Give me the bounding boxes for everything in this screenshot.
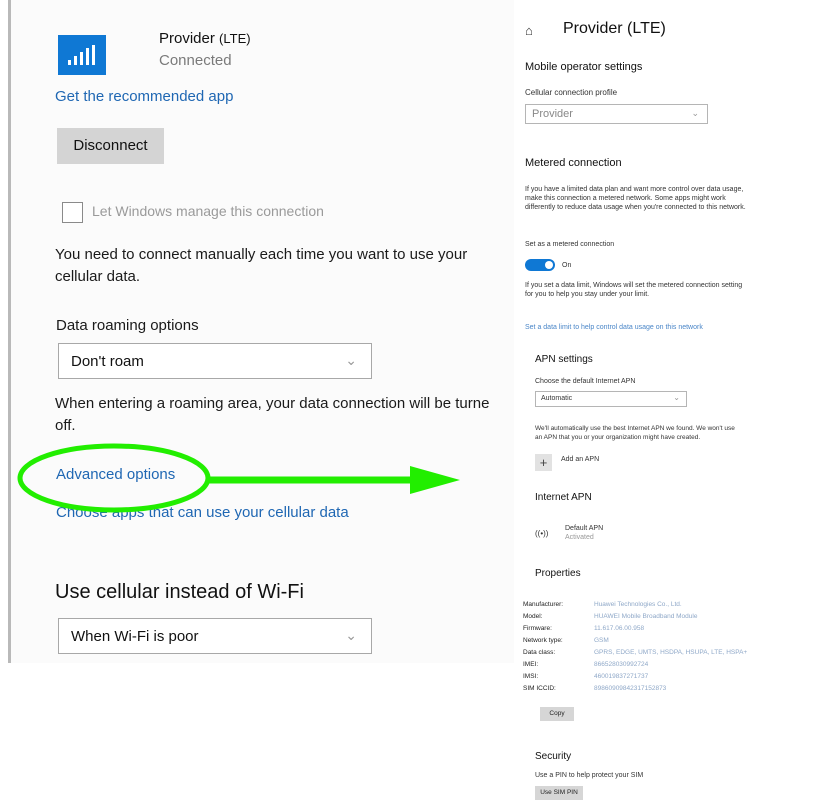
properties-heading: Properties — [535, 568, 581, 579]
property-value: 866528030992724 — [594, 661, 649, 668]
property-value: 89860909842317152873 — [594, 685, 667, 692]
property-value: HUAWEI Mobile Broadband Module — [594, 613, 698, 620]
metered-heading: Metered connection — [525, 157, 622, 169]
chevron-down-icon: ⌄ — [673, 393, 680, 402]
copy-button[interactable]: Copy — [540, 707, 574, 721]
apn-settings-heading: APN settings — [535, 354, 593, 365]
add-icon[interactable]: + — [535, 454, 552, 471]
metered-description: If you have a limited data plan and want… — [525, 186, 746, 211]
data-limit-description: If you set a data limit, Windows will se… — [525, 282, 743, 298]
property-label: IMSI: — [523, 673, 539, 680]
apn-choose-label: Choose the default Internet APN — [535, 378, 636, 385]
arrow-head — [410, 466, 460, 494]
set-metered-label: Set as a metered connection — [525, 241, 615, 248]
property-value: Huawei Technologies Co., Ltd. — [594, 601, 682, 608]
property-label: Network type: — [523, 637, 563, 644]
security-description: Use a PIN to help protect your SIM — [535, 772, 644, 779]
add-apn-label[interactable]: Add an APN — [561, 455, 599, 464]
internet-apn-heading: Internet APN — [535, 492, 592, 503]
property-label: IMEI: — [523, 661, 539, 668]
property-value: 11.617.06.00.958 — [594, 625, 645, 632]
provider-settings-panel: ⌂ Provider (LTE) Mobile operator setting… — [518, 0, 821, 808]
home-icon[interactable]: ⌂ — [525, 23, 533, 38]
property-label: Data class: — [523, 649, 556, 656]
property-label: Firmware: — [523, 625, 552, 632]
highlight-ellipse — [17, 443, 211, 513]
chevron-down-icon: ⌄ — [691, 108, 699, 118]
property-label: Model: — [523, 613, 543, 620]
property-label: SIM ICCID: — [523, 685, 556, 692]
toggle-state: On — [562, 262, 572, 269]
use-sim-pin-button[interactable]: Use SIM PIN — [535, 786, 583, 800]
property-value: GPRS, EDGE, UMTS, HSDPA, HSUPA, LTE, HSP… — [594, 649, 748, 656]
page-title: Provider (LTE) — [563, 20, 666, 37]
apn-description: We'll automatically use the best Interne… — [535, 425, 735, 441]
data-limit-link[interactable]: Set a data limit to help control data us… — [525, 323, 703, 332]
security-heading: Security — [535, 751, 572, 762]
property-label: Manufacturer: — [523, 601, 564, 608]
operator-settings-heading: Mobile operator settings — [525, 61, 643, 73]
wireless-signal-icon: ((•)) — [535, 529, 549, 538]
property-value: GSM — [594, 637, 609, 644]
property-value: 460019837271737 — [594, 673, 649, 680]
metered-toggle[interactable] — [525, 259, 555, 271]
profile-label: Cellular connection profile — [525, 88, 618, 97]
default-apn-status: Activated — [565, 534, 594, 541]
profile-dropdown[interactable]: Provider ⌄ — [525, 104, 708, 124]
default-apn-name[interactable]: Default APN — [565, 524, 603, 533]
apn-dropdown[interactable]: Automatic ⌄ — [535, 391, 687, 407]
